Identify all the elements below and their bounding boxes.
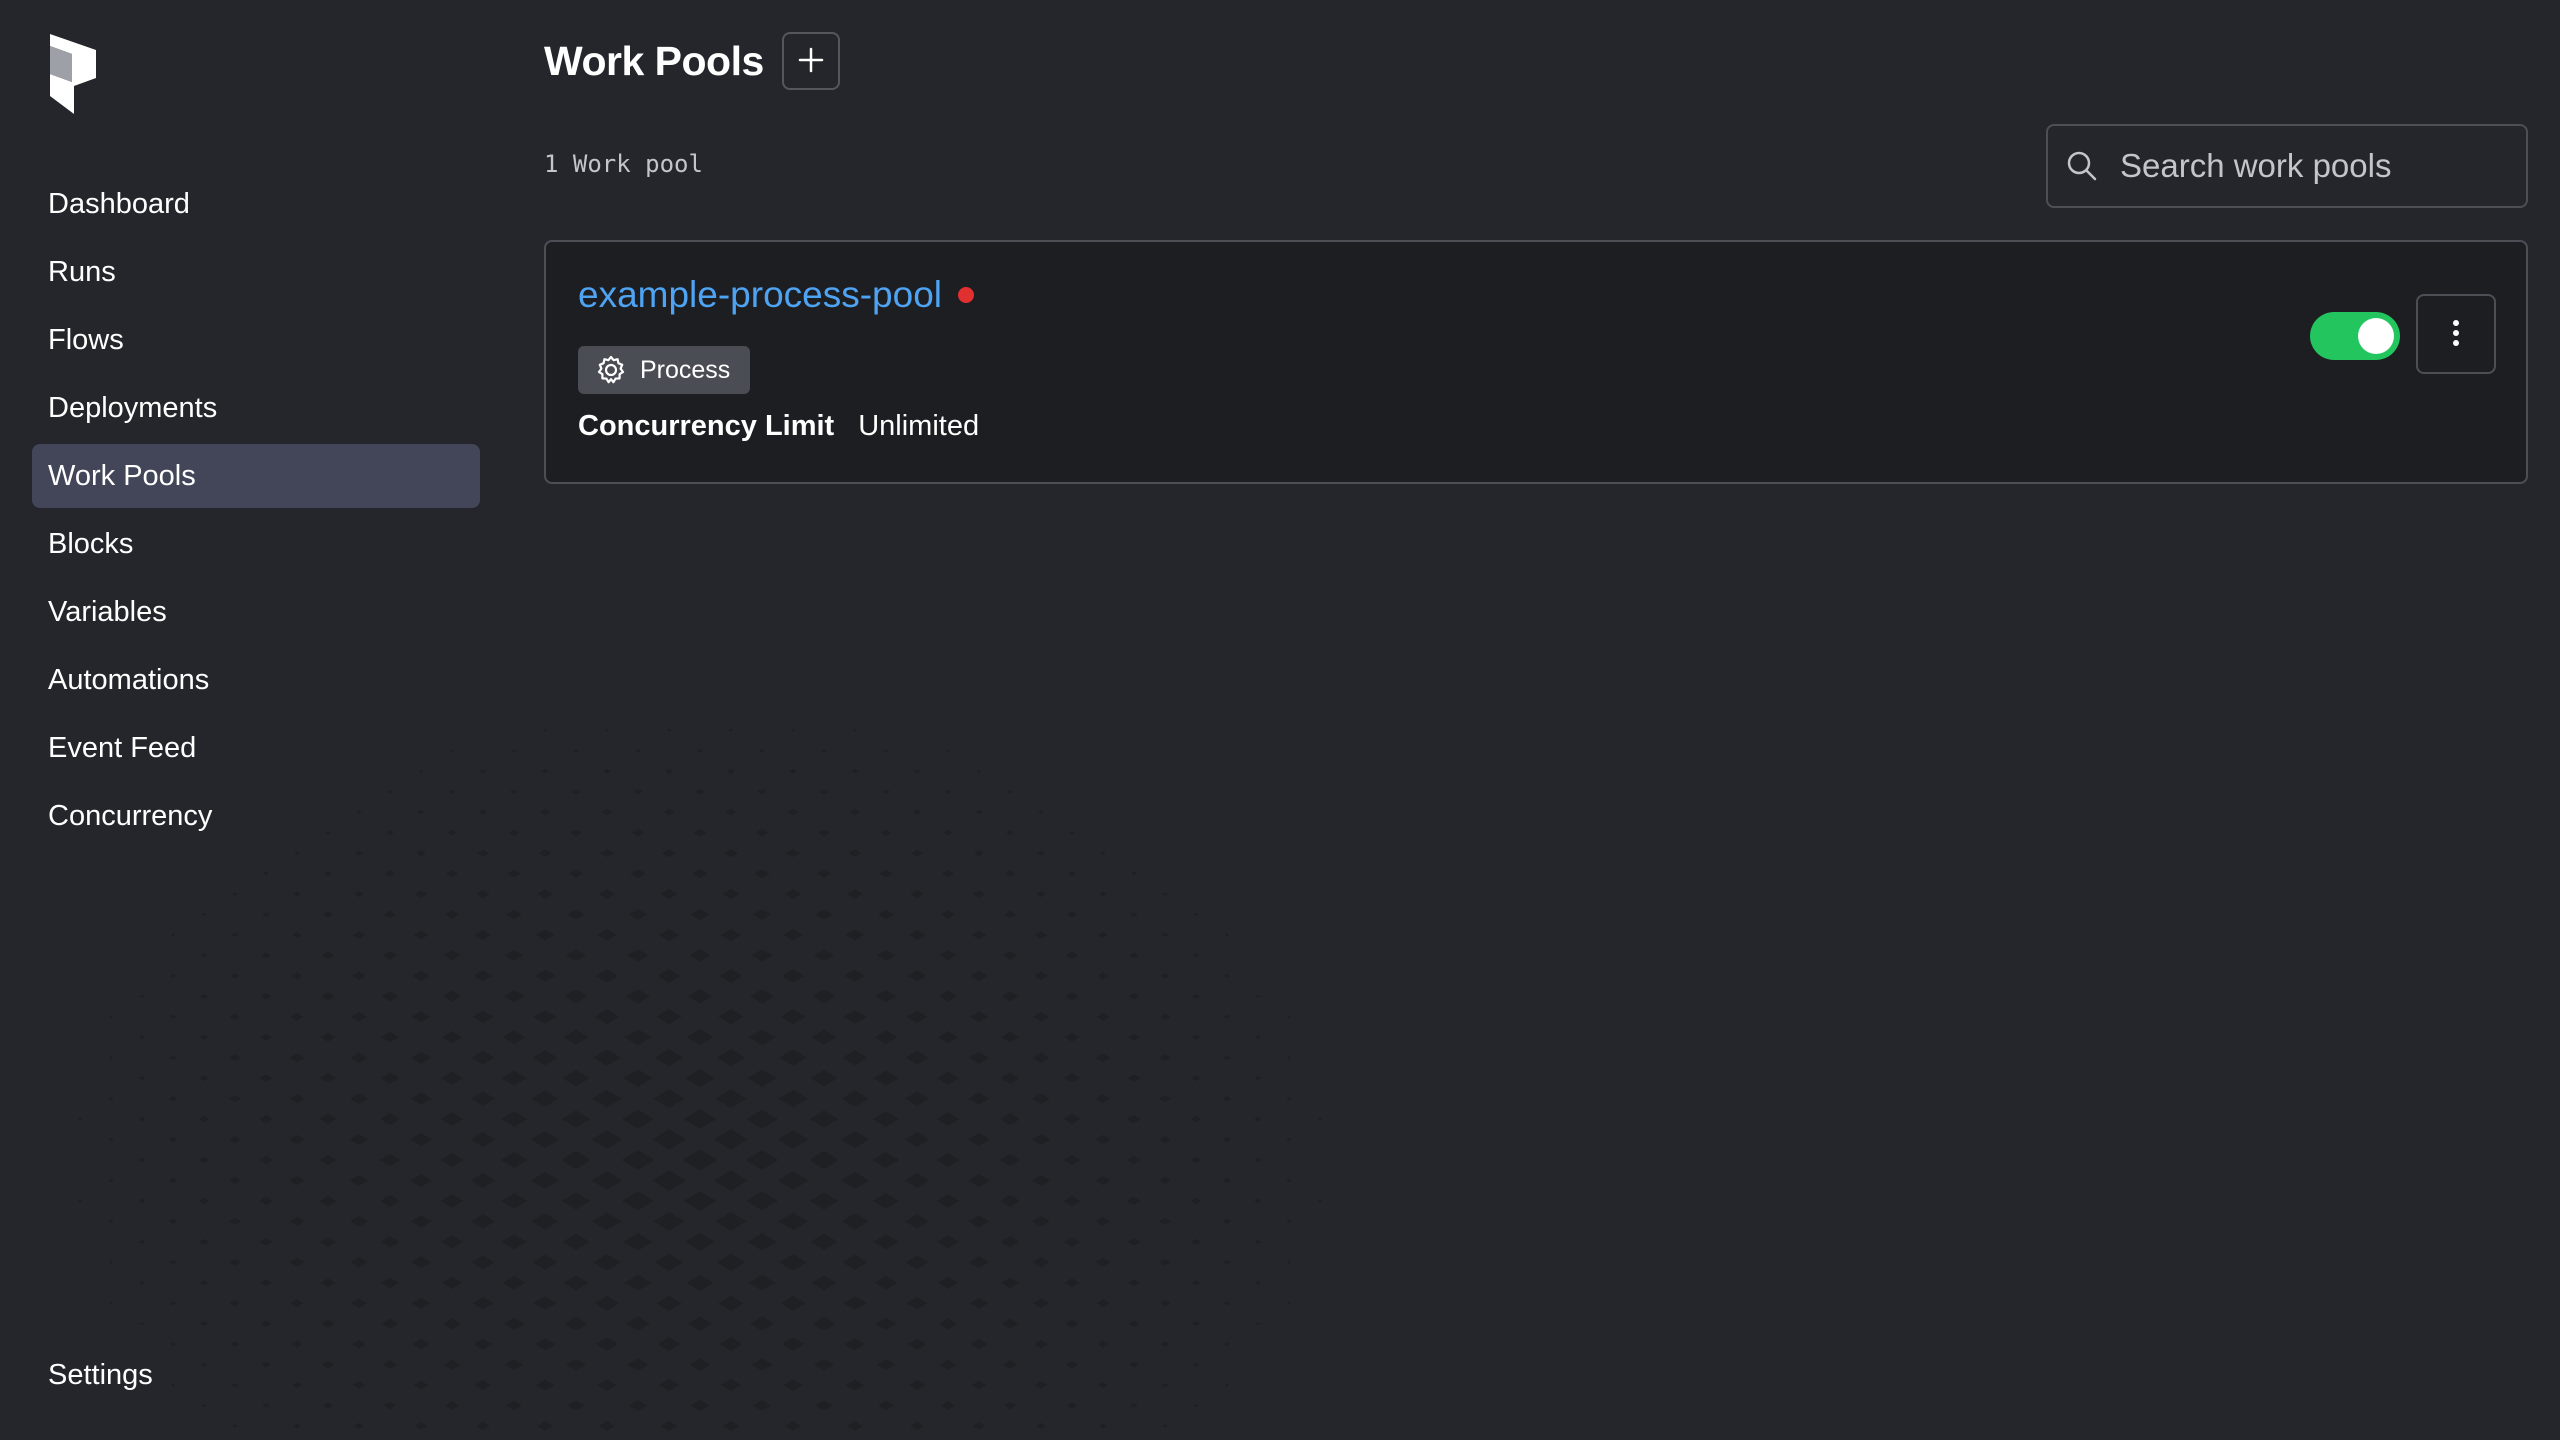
background-pattern-dot xyxy=(508,829,520,836)
background-pattern-dot xyxy=(501,1070,527,1086)
background-pattern-dot xyxy=(500,1152,528,1168)
background-pattern-dot xyxy=(503,990,525,1003)
background-pattern-dot xyxy=(505,909,523,920)
page-title: Work Pools xyxy=(544,37,764,84)
sidebar-item-runs[interactable]: Runs xyxy=(32,240,480,304)
work-pool-count: 1 Work pool xyxy=(544,150,703,178)
work-pool-type-badge: Process xyxy=(578,346,751,394)
work-pool-name-link[interactable]: example-process-pool xyxy=(578,274,942,316)
work-pool-enabled-toggle[interactable] xyxy=(2310,312,2400,360)
search-input[interactable] xyxy=(2118,135,2547,197)
work-pool-card: example-process-pool Process Concurrency… xyxy=(544,240,2528,484)
sidebar-item-deployments[interactable]: Deployments xyxy=(32,376,480,440)
work-pool-type-label: Process xyxy=(640,355,731,384)
sidebar-item-automations[interactable]: Automations xyxy=(32,648,480,712)
search-box[interactable] xyxy=(2046,124,2547,208)
status-indicator-dot xyxy=(958,287,975,303)
gear-icon xyxy=(594,353,628,387)
background-pattern-dot xyxy=(502,1275,526,1290)
background-pattern-dot xyxy=(502,1030,526,1045)
sidebar-item-flows[interactable]: Flows xyxy=(32,308,480,372)
background-pattern-dot xyxy=(509,789,519,795)
sidebar: Dashboard Runs Flows Deployments Work Po… xyxy=(0,0,500,1440)
concurrency-row: Concurrency Limit Unlimited xyxy=(578,410,979,443)
work-pool-menu-button[interactable] xyxy=(2416,294,2496,374)
sidebar-item-event-feed[interactable]: Event Feed xyxy=(32,716,480,780)
background-pattern-dot xyxy=(504,1359,524,1371)
concurrency-limit-label: Concurrency Limit xyxy=(578,410,835,442)
kebab-menu-icon xyxy=(2451,318,2461,351)
main-content: Work Pools 1 Work pool Search work pools… xyxy=(544,0,2547,1440)
background-pattern-dot xyxy=(504,949,524,961)
background-pattern-dot xyxy=(500,1111,528,1127)
background-pattern-dot xyxy=(507,869,521,878)
work-pool-name-row: example-process-pool xyxy=(578,274,975,316)
background-pattern-dot xyxy=(500,1193,528,1209)
page-header: Work Pools xyxy=(544,30,840,92)
prefect-logo-icon[interactable] xyxy=(44,34,102,114)
sidebar-nav: Dashboard Runs Flows Deployments Work Po… xyxy=(32,172,480,852)
sidebar-item-work-pools[interactable]: Work Pools xyxy=(32,444,480,508)
add-work-pool-button[interactable] xyxy=(781,32,840,90)
plus-icon xyxy=(798,47,824,76)
background-pattern-dot xyxy=(511,749,517,753)
sidebar-item-concurrency[interactable]: Concurrency xyxy=(32,784,480,848)
sidebar-item-blocks[interactable]: Blocks xyxy=(32,512,480,576)
background-pattern-dot xyxy=(505,1400,523,1411)
background-pattern-dot xyxy=(503,1317,525,1330)
search-icon xyxy=(2066,149,2098,183)
toggle-knob xyxy=(2358,318,2394,354)
sidebar-item-settings[interactable]: Settings xyxy=(32,1343,480,1407)
concurrency-limit-value: Unlimited xyxy=(858,410,980,442)
sidebar-item-dashboard[interactable]: Dashboard xyxy=(32,172,480,236)
app-root: Dashboard Runs Flows Deployments Work Po… xyxy=(0,0,2560,1440)
sidebar-item-variables[interactable]: Variables xyxy=(32,580,480,644)
background-pattern-dot xyxy=(501,1234,527,1250)
